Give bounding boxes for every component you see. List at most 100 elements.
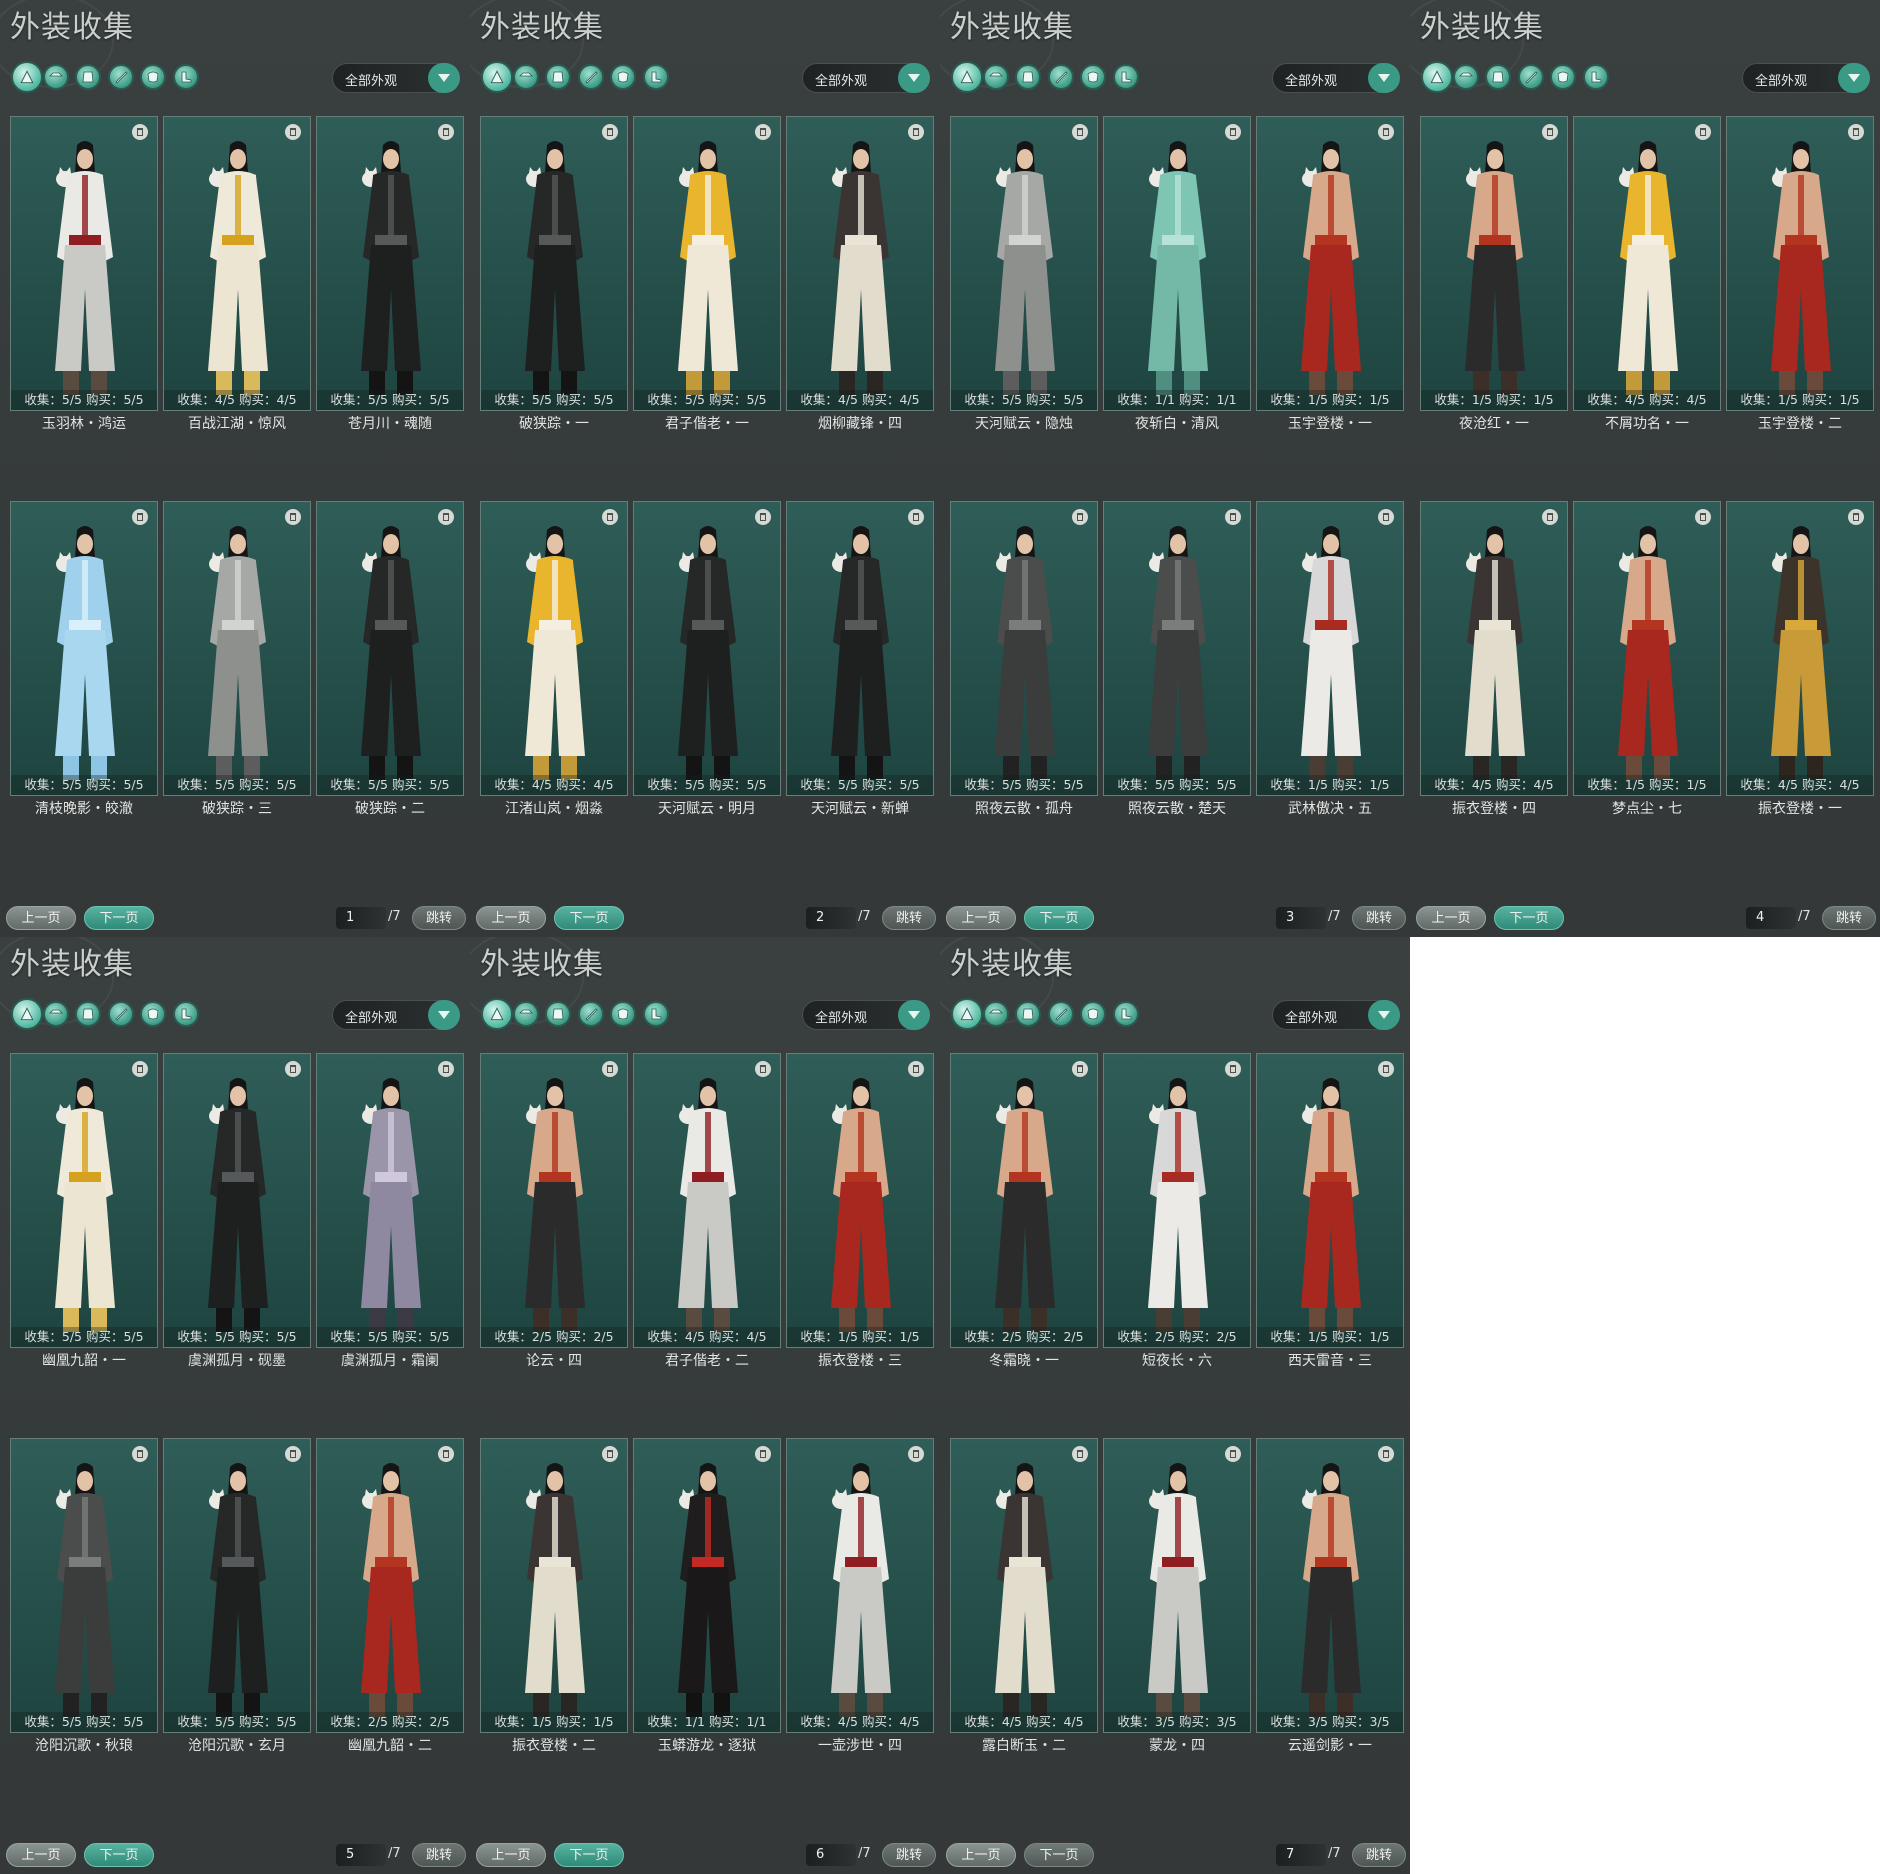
mask-icon[interactable] <box>610 64 636 90</box>
outfit-preview[interactable]: 收集：5/5 购买：5/5 <box>10 1438 158 1733</box>
outfit-card[interactable]: 收集：5/5 购买：5/5 破狭踪・二 <box>316 501 464 817</box>
outfit-preview[interactable]: 收集：5/5 购买：5/5 <box>10 116 158 411</box>
mask-icon[interactable] <box>1080 64 1106 90</box>
prev-page-button[interactable]: 上一页 <box>6 906 76 930</box>
prev-page-button[interactable]: 上一页 <box>1416 906 1486 930</box>
all-outfits-icon[interactable] <box>11 998 43 1030</box>
outfit-card[interactable]: 收集：5/5 购买：5/5 清枝晚影・皎澈 <box>10 501 158 817</box>
weapon-icon[interactable] <box>578 64 604 90</box>
trash-icon[interactable] <box>1542 124 1558 140</box>
shoes-icon[interactable] <box>173 64 199 90</box>
trash-icon[interactable] <box>1225 1446 1241 1462</box>
outfit-card[interactable]: 收集：1/5 购买：1/5 夜沧红・一 <box>1420 116 1568 432</box>
outfit-card[interactable]: 收集：4/5 购买：4/5 君子偕老・二 <box>633 1053 781 1369</box>
chevron-down-icon[interactable] <box>428 63 460 93</box>
shoes-icon[interactable] <box>643 64 669 90</box>
outfit-preview[interactable]: 收集：2/5 购买：2/5 <box>316 1438 464 1733</box>
outfit-card[interactable]: 收集：5/5 购买：5/5 破狭踪・三 <box>163 501 311 817</box>
outfit-filter-dropdown[interactable]: 全部外观 <box>1742 63 1870 93</box>
trash-icon[interactable] <box>755 1446 771 1462</box>
all-outfits-icon[interactable] <box>11 61 43 93</box>
all-outfits-icon[interactable] <box>481 998 513 1030</box>
trash-icon[interactable] <box>1378 1446 1394 1462</box>
outfit-card[interactable]: 收集：5/5 购买：5/5 沧阳沉歌・秋琅 <box>10 1438 158 1754</box>
trash-icon[interactable] <box>438 124 454 140</box>
chevron-down-icon[interactable] <box>898 1000 930 1030</box>
outfit-filter-dropdown[interactable]: 全部外观 <box>1272 63 1400 93</box>
trash-icon[interactable] <box>132 509 148 525</box>
page-number-input[interactable]: 4 <box>1746 907 1796 929</box>
prev-page-button[interactable]: 上一页 <box>946 1843 1016 1867</box>
outfit-card[interactable]: 收集：1/5 购买：1/5 振衣登楼・二 <box>480 1438 628 1754</box>
next-page-button[interactable]: 下一页 <box>554 1843 624 1867</box>
mask-icon[interactable] <box>610 1001 636 1027</box>
outfit-preview[interactable]: 收集：4/5 购买：4/5 <box>633 1053 781 1348</box>
outfit-preview[interactable]: 收集：4/5 购买：4/5 <box>950 1438 1098 1733</box>
outfit-preview[interactable]: 收集：2/5 购买：2/5 <box>1103 1053 1251 1348</box>
shoes-icon[interactable] <box>173 1001 199 1027</box>
outfit-filter-dropdown[interactable]: 全部外观 <box>332 63 460 93</box>
page-number-input[interactable]: 3 <box>1276 907 1326 929</box>
trash-icon[interactable] <box>1848 509 1864 525</box>
hat-icon[interactable] <box>983 64 1009 90</box>
trash-icon[interactable] <box>1072 509 1088 525</box>
outfit-preview[interactable]: 收集：4/5 购买：4/5 <box>1420 501 1568 796</box>
outfit-card[interactable]: 收集：4/5 购买：4/5 一壶涉世・四 <box>786 1438 934 1754</box>
outfit-preview[interactable]: 收集：5/5 购买：5/5 <box>10 501 158 796</box>
top-icon[interactable] <box>545 1001 571 1027</box>
weapon-icon[interactable] <box>108 64 134 90</box>
outfit-preview[interactable]: 收集：4/5 购买：4/5 <box>786 116 934 411</box>
trash-icon[interactable] <box>755 509 771 525</box>
hat-icon[interactable] <box>983 1001 1009 1027</box>
outfit-preview[interactable]: 收集：5/5 购买：5/5 <box>163 1438 311 1733</box>
page-number-input[interactable]: 5 <box>336 1844 386 1866</box>
trash-icon[interactable] <box>285 124 301 140</box>
jump-button[interactable]: 跳转 <box>1822 906 1876 930</box>
outfit-preview[interactable]: 收集：2/5 购买：2/5 <box>950 1053 1098 1348</box>
trash-icon[interactable] <box>1225 124 1241 140</box>
outfit-card[interactable]: 收集：5/5 购买：5/5 照夜云散・孤舟 <box>950 501 1098 817</box>
hat-icon[interactable] <box>1453 64 1479 90</box>
trash-icon[interactable] <box>285 509 301 525</box>
outfit-card[interactable]: 收集：5/5 购买：5/5 照夜云散・楚天 <box>1103 501 1251 817</box>
outfit-card[interactable]: 收集：5/5 购买：5/5 玉羽林・鸿运 <box>10 116 158 432</box>
trash-icon[interactable] <box>908 124 924 140</box>
outfit-card[interactable]: 收集：4/5 购买：4/5 振衣登楼・四 <box>1420 501 1568 817</box>
chevron-down-icon[interactable] <box>898 63 930 93</box>
trash-icon[interactable] <box>755 1061 771 1077</box>
next-page-button[interactable]: 下一页 <box>554 906 624 930</box>
page-number-input[interactable]: 2 <box>806 907 856 929</box>
outfit-card[interactable]: 收集：1/5 购买：1/5 西天雷音・三 <box>1256 1053 1404 1369</box>
outfit-card[interactable]: 收集：5/5 购买：5/5 虞渊孤月・霜阑 <box>316 1053 464 1369</box>
outfit-preview[interactable]: 收集：1/5 购买：1/5 <box>786 1053 934 1348</box>
outfit-card[interactable]: 收集：5/5 购买：5/5 沧阳沉歌・玄月 <box>163 1438 311 1754</box>
shoes-icon[interactable] <box>1583 64 1609 90</box>
page-number-input[interactable]: 7 <box>1276 1844 1326 1866</box>
outfit-preview[interactable]: 收集：1/5 购买：1/5 <box>1256 116 1404 411</box>
outfit-card[interactable]: 收集：2/5 购买：2/5 短夜长・六 <box>1103 1053 1251 1369</box>
prev-page-button[interactable]: 上一页 <box>476 906 546 930</box>
trash-icon[interactable] <box>1378 1061 1394 1077</box>
mask-icon[interactable] <box>140 64 166 90</box>
outfit-preview[interactable]: 收集：1/5 购买：1/5 <box>1256 501 1404 796</box>
prev-page-button[interactable]: 上一页 <box>6 1843 76 1867</box>
trash-icon[interactable] <box>438 1446 454 1462</box>
outfit-preview[interactable]: 收集：3/5 购买：3/5 <box>1103 1438 1251 1733</box>
outfit-card[interactable]: 收集：2/5 购买：2/5 幽凰九韶・二 <box>316 1438 464 1754</box>
jump-button[interactable]: 跳转 <box>1352 1843 1406 1867</box>
trash-icon[interactable] <box>908 1061 924 1077</box>
jump-button[interactable]: 跳转 <box>882 906 936 930</box>
all-outfits-icon[interactable] <box>1421 61 1453 93</box>
outfit-card[interactable]: 收集：5/5 购买：5/5 虞渊孤月・砚墨 <box>163 1053 311 1369</box>
trash-icon[interactable] <box>602 1446 618 1462</box>
page-number-input[interactable]: 1 <box>336 907 386 929</box>
hat-icon[interactable] <box>43 64 69 90</box>
outfit-card[interactable]: 收集：1/1 购买：1/1 玉蟒游龙・逐狱 <box>633 1438 781 1754</box>
chevron-down-icon[interactable] <box>428 1000 460 1030</box>
outfit-preview[interactable]: 收集：5/5 购买：5/5 <box>163 501 311 796</box>
outfit-card[interactable]: 收集：4/5 购买：4/5 百战江湖・惊风 <box>163 116 311 432</box>
outfit-preview[interactable]: 收集：4/5 购买：4/5 <box>163 116 311 411</box>
outfit-card[interactable]: 收集：2/5 购买：2/5 冬霜晓・一 <box>950 1053 1098 1369</box>
outfit-card[interactable]: 收集：3/5 购买：3/5 蒙龙・四 <box>1103 1438 1251 1754</box>
all-outfits-icon[interactable] <box>951 61 983 93</box>
